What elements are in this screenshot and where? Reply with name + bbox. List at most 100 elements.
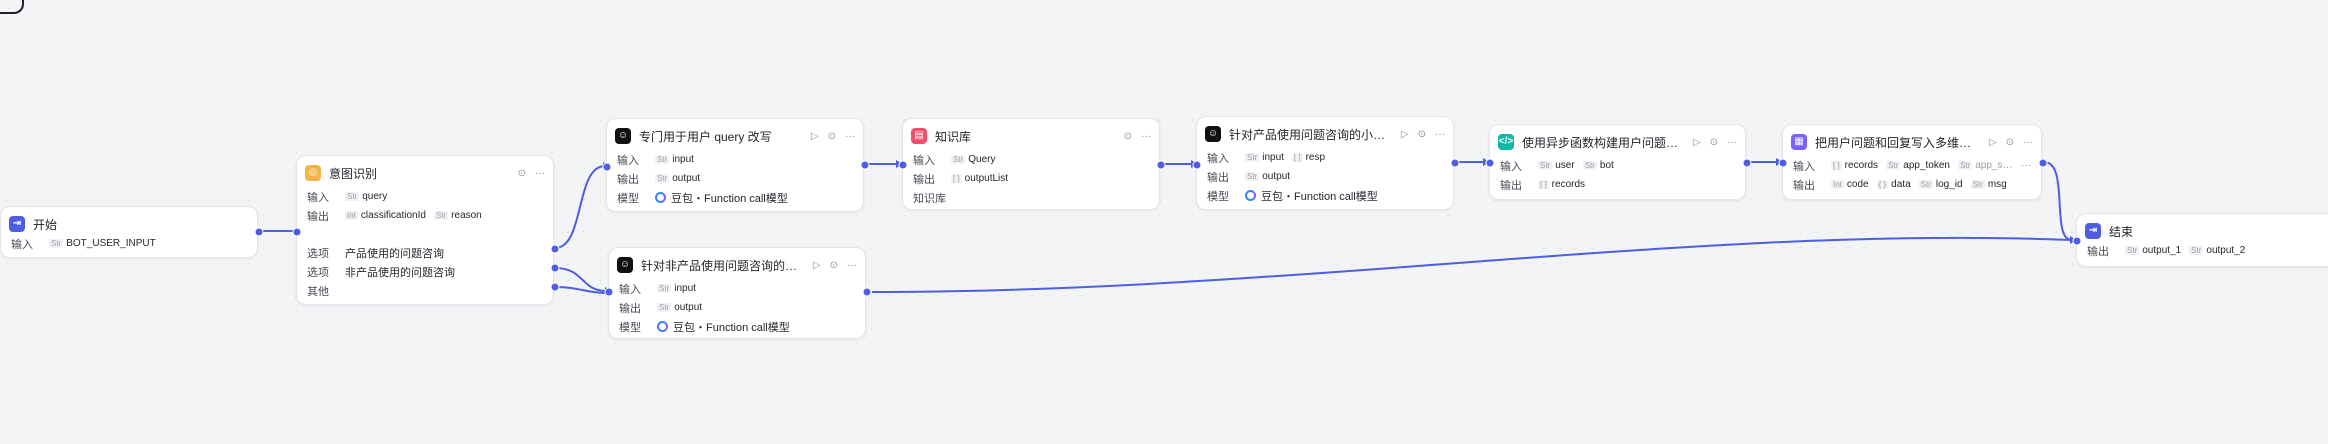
option-2-port[interactable]	[550, 263, 560, 273]
node-end[interactable]: ⇥ 结束 输出 Str output_1 Str output_2	[2072, 213, 2328, 267]
node-header: ▦ 把用户问题和回复写入多维表格 ▷ ⊙ ···	[1783, 132, 2041, 152]
node-header: ☺ 针对产品使用问题咨询的小助手解… ▷ ⊙ ···	[1197, 124, 1453, 144]
node-header: ⇥ 开始	[1, 214, 257, 234]
node-header: ☺ 专门用于用户 query 改写 ▷ ⊙ ···	[607, 126, 863, 146]
node-output-row: 输出 [ ] outputList	[913, 173, 1009, 186]
node-input-row: 输入 Str query	[307, 191, 388, 204]
node-output-row: 输出 Str output	[617, 173, 701, 186]
retry-icon[interactable]: ⊙	[1418, 129, 1426, 140]
node-header: ☺ 针对非产品使用问题咨询的通用解… ▷ ⊙ ···	[609, 255, 865, 275]
node-title: 把用户问题和回复写入多维表格	[1815, 135, 1983, 150]
node-title: 使用异步函数构建用户问题和回复…	[1522, 135, 1687, 150]
edge-intent-other	[554, 286, 608, 294]
more-icon[interactable]: ···	[1435, 129, 1445, 140]
node-input-row: 输入 [ ] records Str app_token Str app_s… ···	[1793, 160, 2031, 173]
input-port[interactable]	[1485, 158, 1495, 168]
edge-intent-rewrite	[554, 165, 606, 249]
input-port[interactable]	[898, 160, 908, 170]
robot-icon: ☺	[1205, 126, 1221, 142]
node-intent[interactable]: ◎ 意图识别 ⊙ ··· 输入 Str query 输出 Int classific…	[292, 155, 560, 305]
node-input-row: 输入 Str input [ ] resp	[1207, 152, 1326, 165]
node-title: 结束	[2109, 224, 2134, 239]
output-port[interactable]	[1450, 158, 1460, 168]
node-toolbar: ⊙ ···	[1124, 131, 1151, 142]
input-port[interactable]	[1778, 158, 1788, 168]
retry-icon[interactable]: ⊙	[518, 168, 526, 179]
node-output-row: 输出 Str output	[619, 302, 703, 315]
more-icon[interactable]: ···	[1141, 131, 1151, 142]
node-header: ◎ 意图识别 ⊙ ···	[297, 163, 553, 183]
run-icon[interactable]: ▷	[1401, 129, 1409, 140]
input-port[interactable]	[604, 287, 614, 297]
input-port[interactable]	[292, 227, 302, 237]
node-model-row: 模型 豆包・Function call模型	[1207, 190, 1378, 203]
option-1-port[interactable]	[550, 244, 560, 254]
node-knowledge[interactable]: ▤ 知识库 ⊙ ··· 输入 Str Query 输出 [ ] outputList…	[898, 118, 1166, 210]
node-title: 意图识别	[329, 166, 378, 181]
node-llm-general[interactable]: ☺ 针对非产品使用问题咨询的通用解… ▷ ⊙ ··· 输入 Strinput 输…	[604, 247, 872, 339]
intent-icon: ◎	[305, 165, 321, 181]
node-output-row: 输出 Str output	[1207, 171, 1291, 184]
node-plugin[interactable]: ▦ 把用户问题和回复写入多维表格 ▷ ⊙ ··· 输入 [ ] records S…	[1778, 124, 2048, 200]
node-model-row: 模型 豆包・Function call模型	[619, 321, 790, 334]
canvas-corner-mark	[0, 0, 24, 14]
code-icon: </>	[1498, 134, 1514, 150]
node-input-row: 输入 Str BOT_USER_INPUT	[11, 238, 156, 251]
retry-icon[interactable]: ⊙	[1710, 137, 1718, 148]
other-port[interactable]	[550, 282, 560, 292]
more-icon[interactable]: ···	[847, 260, 857, 271]
output-port[interactable]	[1742, 158, 1752, 168]
output-port[interactable]	[862, 287, 872, 297]
more-params-icon[interactable]: ···	[2021, 160, 2031, 171]
more-icon[interactable]: ···	[845, 131, 855, 142]
node-toolbar: ▷ ⊙ ···	[1989, 137, 2033, 148]
doubao-model-icon	[657, 321, 668, 332]
retry-icon[interactable]: ⊙	[1124, 131, 1132, 142]
param-tag: Str BOT_USER_INPUT	[49, 238, 156, 249]
node-title: 专门用于用户 query 改写	[639, 129, 772, 144]
node-output-row: 输出 Int code { } data Str log_id Str msg	[1793, 179, 2007, 192]
node-code[interactable]: </> 使用异步函数构建用户问题和回复… ▷ ⊙ ··· 输入 Struser …	[1485, 124, 1752, 200]
node-model-row: 模型 豆包・Function call模型	[617, 192, 788, 205]
more-icon[interactable]: ···	[535, 168, 545, 179]
robot-icon: ☺	[615, 128, 631, 144]
node-title: 开始	[33, 217, 58, 232]
run-icon[interactable]: ▷	[813, 260, 821, 271]
workflow-canvas[interactable]: ⇥ 开始 输入 Str BOT_USER_INPUT ◎ 意图识别 ⊙ ··· 输…	[0, 0, 2328, 444]
node-toolbar: ▷ ⊙ ···	[1401, 129, 1445, 140]
output-port[interactable]	[860, 160, 870, 170]
node-toolbar: ⊙ ···	[518, 168, 545, 179]
node-header: </> 使用异步函数构建用户问题和回复… ▷ ⊙ ···	[1490, 132, 1745, 152]
output-port[interactable]	[2038, 158, 2048, 168]
node-header: ⇥ 结束	[2077, 221, 2328, 241]
node-output-row: 输出 [ ] records	[1500, 179, 1586, 192]
more-icon[interactable]: ···	[1727, 137, 1737, 148]
output-port[interactable]	[254, 227, 264, 237]
input-port[interactable]	[2072, 236, 2082, 246]
run-icon[interactable]: ▷	[1989, 137, 1997, 148]
robot-icon: ☺	[617, 257, 633, 273]
node-title: 针对非产品使用问题咨询的通用解…	[641, 258, 807, 273]
intent-other-row: 其他	[307, 285, 329, 298]
login-icon: ⇥	[9, 216, 25, 232]
doubao-model-icon	[655, 192, 666, 203]
node-llm-rewrite[interactable]: ☺ 专门用于用户 query 改写 ▷ ⊙ ··· 输入 Str input 输出…	[602, 118, 870, 212]
more-icon[interactable]: ···	[2023, 137, 2033, 148]
run-icon[interactable]: ▷	[1693, 137, 1701, 148]
edge-intent-general	[554, 267, 608, 292]
node-llm-product[interactable]: ☺ 针对产品使用问题咨询的小助手解… ▷ ⊙ ··· 输入 Strinput […	[1192, 116, 1460, 210]
node-start[interactable]: ⇥ 开始 输入 Str BOT_USER_INPUT	[0, 206, 264, 258]
input-port[interactable]	[1192, 160, 1202, 170]
retry-icon[interactable]: ⊙	[828, 131, 836, 142]
retry-icon[interactable]: ⊙	[2006, 137, 2014, 148]
node-toolbar: ▷ ⊙ ···	[1693, 137, 1737, 148]
edge-plugin-end	[2043, 161, 2073, 241]
input-port[interactable]	[602, 162, 612, 172]
run-icon[interactable]: ▷	[811, 131, 819, 142]
knowledge-icon: ▤	[911, 128, 927, 144]
retry-icon[interactable]: ⊙	[830, 260, 838, 271]
node-title: 针对产品使用问题咨询的小助手解…	[1229, 127, 1395, 142]
intent-option-row: 选项 产品使用的问题咨询	[307, 247, 444, 260]
output-port[interactable]	[1156, 160, 1166, 170]
node-input-row: 输入 Str user Str bot	[1500, 160, 1614, 173]
